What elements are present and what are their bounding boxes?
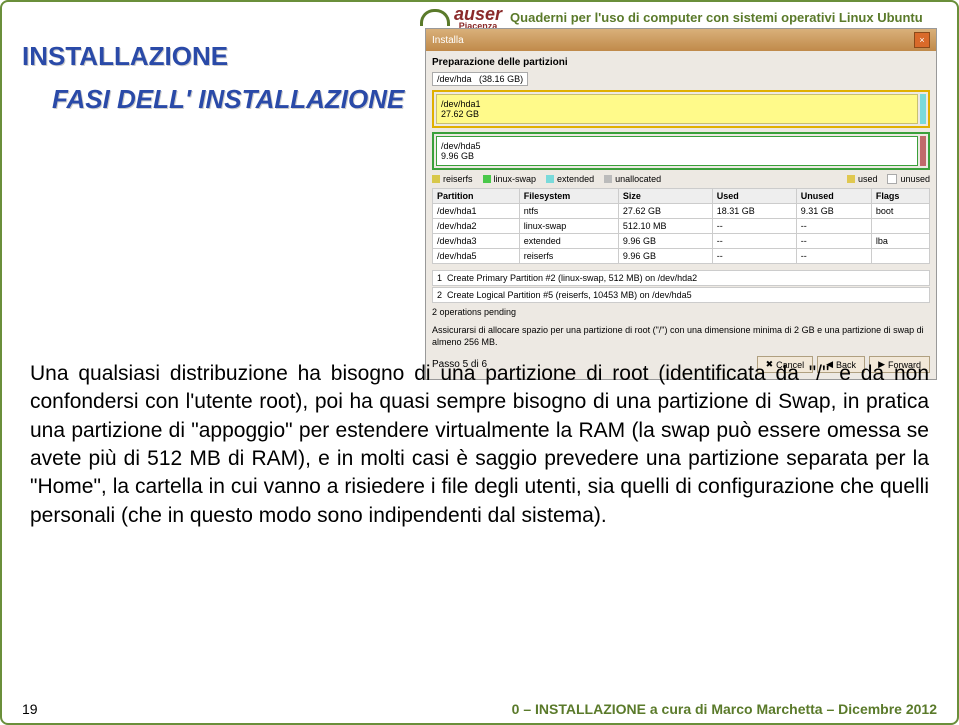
installer-window: Installa × Preparazione delle partizioni…: [425, 28, 937, 380]
partition-bar-swap: [920, 94, 926, 124]
pending-count: 2 operations pending: [432, 307, 930, 317]
table-row[interactable]: /dev/hda5reiserfs9.96 GB----: [433, 249, 930, 264]
table-row[interactable]: /dev/hda3extended9.96 GB----lba: [433, 234, 930, 249]
window-title: Installa: [432, 35, 464, 46]
pending-row: 2 Create Logical Partition #5 (reiserfs,…: [432, 287, 930, 303]
window-titlebar: Installa ×: [426, 29, 936, 51]
footer-reference: 0 – INSTALLAZIONE a cura di Marco Marche…: [512, 701, 937, 717]
logo-curve-icon: [420, 9, 450, 26]
table-row[interactable]: /dev/hda2linux-swap512.10 MB----: [433, 219, 930, 234]
panel-title: Preparazione delle partizioni: [432, 57, 930, 68]
table-row[interactable]: /dev/hda1ntfs27.62 GB18.31 GB9.31 GBboot: [433, 204, 930, 219]
hint-text: Assicurarsi di allocare spazio per una p…: [432, 325, 930, 348]
pending-ops: 1 Create Primary Partition #2 (linux-swa…: [432, 270, 930, 303]
logo: auser Piacenza: [420, 4, 502, 31]
pending-row: 1 Create Primary Partition #2 (linux-swa…: [432, 270, 930, 286]
partition-bar-tail: [920, 136, 926, 166]
page-footer: 19 0 – INSTALLAZIONE a cura di Marco Mar…: [22, 701, 937, 717]
body-paragraph: Una qualsiasi distribuzione ha bisogno d…: [30, 360, 929, 530]
partition-bar-outer: /dev/hda1 27.62 GB: [432, 90, 930, 128]
legend: reiserfs linux-swap extended unallocated…: [432, 174, 930, 184]
close-icon[interactable]: ×: [914, 32, 930, 48]
header-tagline: Quaderni per l'uso di computer con siste…: [510, 10, 923, 25]
page-number: 19: [22, 701, 38, 717]
partition-bar-hda5[interactable]: /dev/hda5 9.96 GB: [436, 136, 918, 166]
page: auser Piacenza Quaderni per l'uso di com…: [0, 0, 959, 725]
partition-bar-ext: /dev/hda5 9.96 GB: [432, 132, 930, 170]
table-header: PartitionFilesystemSizeUsedUnusedFlags: [433, 189, 930, 204]
partition-table: PartitionFilesystemSizeUsedUnusedFlags /…: [432, 188, 930, 264]
disk-selector[interactable]: /dev/hda (38.16 GB): [432, 72, 528, 86]
partition-bar-hda1[interactable]: /dev/hda1 27.62 GB: [436, 94, 918, 124]
